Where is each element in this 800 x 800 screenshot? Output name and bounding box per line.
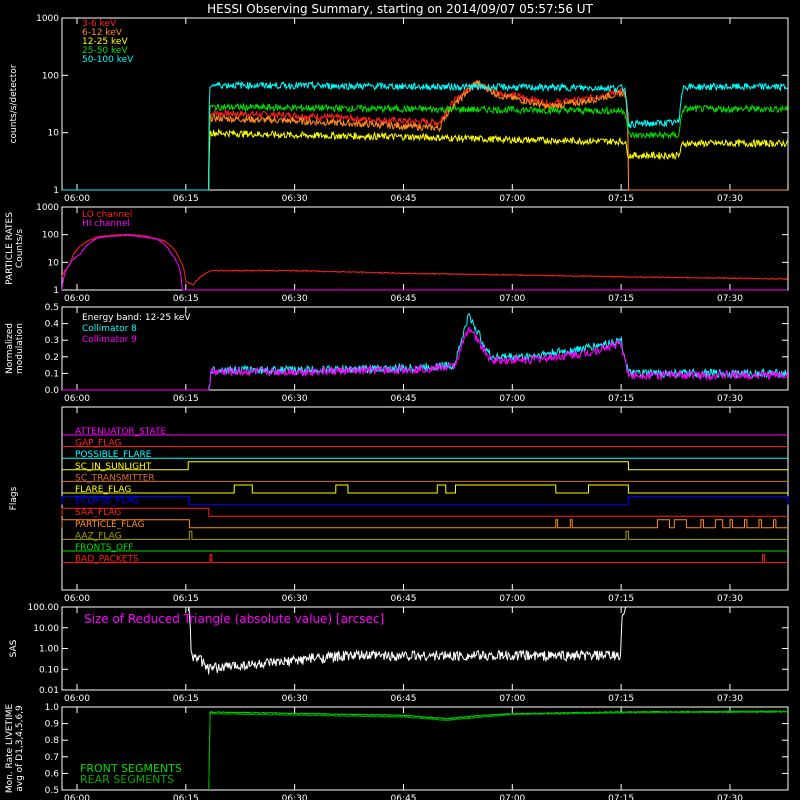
y-tick-label: 1.0 bbox=[45, 703, 60, 713]
x-tick-label: 06:15 bbox=[173, 194, 199, 204]
x-tick-label: 06:15 bbox=[173, 594, 199, 604]
y-tick-label: 0.8 bbox=[45, 736, 60, 746]
x-tick-label: 06:15 bbox=[173, 294, 199, 304]
x-tick-label: 07:00 bbox=[499, 194, 525, 204]
x-tick-label: 07:30 bbox=[717, 394, 743, 404]
y-tick-label: 0.0 bbox=[45, 386, 60, 396]
y-tick-label: 1000 bbox=[36, 14, 59, 24]
y-tick-label: 0.3 bbox=[45, 336, 59, 346]
flag-label: ECLIPSE_FLAG bbox=[75, 497, 139, 507]
flag-label: GAP_FLAG bbox=[75, 439, 121, 449]
x-tick-label: 07:30 bbox=[717, 194, 743, 204]
y-tick-label: 1.00 bbox=[39, 645, 59, 655]
y-axis-label: modulation bbox=[15, 323, 25, 374]
y-tick-label: 10 bbox=[48, 129, 60, 139]
x-tick-label: 06:00 bbox=[64, 594, 90, 604]
x-tick-label: 07:15 bbox=[608, 294, 634, 304]
y-tick-label: 100.00 bbox=[28, 603, 60, 613]
x-tick-label: 06:30 bbox=[282, 794, 308, 800]
x-tick-label: 06:15 bbox=[173, 794, 199, 800]
y-tick-label: 0.5 bbox=[45, 786, 59, 796]
x-tick-label: 07:00 bbox=[499, 594, 525, 604]
y-tick-label: 0.01 bbox=[39, 686, 59, 696]
flag-label: SC_TRANSMITTER bbox=[75, 473, 155, 483]
x-tick-label: 06:00 bbox=[64, 394, 90, 404]
y-axis-label: PARTICLE RATES bbox=[5, 212, 15, 285]
flag-label: FRONTS_OFF bbox=[75, 543, 133, 553]
y-tick-label: 0.4 bbox=[45, 320, 60, 330]
y-axis-label: counts/s/detector bbox=[9, 64, 19, 143]
x-tick-label: 07:00 bbox=[499, 394, 525, 404]
x-tick-label: 07:30 bbox=[717, 794, 743, 800]
flag-label: AAZ_FLAG bbox=[75, 531, 122, 541]
x-tick-label: 06:30 bbox=[282, 694, 308, 704]
y-tick-label: 1 bbox=[53, 186, 59, 196]
x-tick-label: 06:45 bbox=[391, 694, 417, 704]
flag-label: ATTENUATOR_STATE bbox=[75, 427, 167, 437]
y-axis-label: Flags bbox=[9, 486, 19, 510]
x-tick-label: 06:30 bbox=[282, 194, 308, 204]
y-tick-label: 0.1 bbox=[45, 369, 59, 379]
x-tick-label: 07:15 bbox=[608, 394, 634, 404]
x-tick-label: 06:15 bbox=[173, 394, 199, 404]
hessi-summary-chart: HESSI Observing Summary, starting on 201… bbox=[0, 0, 800, 800]
flag-label: POSSIBLE_FLARE bbox=[75, 450, 152, 460]
x-tick-label: 06:30 bbox=[282, 294, 308, 304]
y-tick-label: 1 bbox=[53, 286, 59, 296]
y-axis-label: Normalized bbox=[5, 323, 15, 374]
y-tick-label: 100 bbox=[42, 231, 59, 241]
x-tick-label: 07:15 bbox=[608, 194, 634, 204]
flag-label: BAD_PACKETS bbox=[75, 555, 139, 565]
y-tick-label: 0.5 bbox=[45, 303, 59, 313]
x-tick-label: 07:15 bbox=[608, 694, 634, 704]
x-tick-label: 07:00 bbox=[499, 694, 525, 704]
chart-title: HESSI Observing Summary, starting on 201… bbox=[207, 2, 593, 16]
y-axis-label: Counts/s bbox=[15, 229, 25, 268]
legend-entry: 50-100 keV bbox=[82, 55, 134, 65]
y-axis-label: Mon. Rate LIVETIME bbox=[5, 704, 15, 794]
y-tick-label: 0.7 bbox=[45, 753, 59, 763]
x-tick-label: 07:30 bbox=[717, 294, 743, 304]
x-tick-label: 06:45 bbox=[391, 594, 417, 604]
flag-label: PARTICLE_FLAG bbox=[75, 520, 145, 530]
legend-entry: Collimator 9 bbox=[82, 335, 137, 345]
x-tick-label: 06:30 bbox=[282, 594, 308, 604]
x-tick-label: 06:00 bbox=[64, 294, 90, 304]
y-tick-label: 100 bbox=[42, 71, 59, 81]
annotation-text: Energy band: 12-25 keV bbox=[82, 313, 191, 323]
flag-label: SAA_FLAG bbox=[75, 508, 121, 518]
x-tick-label: 07:15 bbox=[608, 594, 634, 604]
x-tick-label: 07:30 bbox=[717, 694, 743, 704]
y-axis-label: avg of D1,3,4,5,6,9 bbox=[15, 705, 25, 792]
x-tick-label: 06:15 bbox=[173, 694, 199, 704]
x-tick-label: 06:45 bbox=[391, 194, 417, 204]
x-tick-label: 06:00 bbox=[64, 794, 90, 800]
x-tick-label: 07:30 bbox=[717, 594, 743, 604]
y-tick-label: 0.2 bbox=[45, 353, 59, 363]
x-tick-label: 07:15 bbox=[608, 794, 634, 800]
y-tick-label: 10 bbox=[48, 258, 60, 268]
x-tick-label: 06:00 bbox=[64, 194, 90, 204]
y-tick-label: 0.9 bbox=[45, 720, 60, 730]
x-tick-label: 06:00 bbox=[64, 694, 90, 704]
x-tick-label: 06:45 bbox=[391, 794, 417, 800]
flag-label: FLARE_FLAG bbox=[75, 485, 131, 495]
legend-entry: Collimator 8 bbox=[82, 324, 137, 334]
x-tick-label: 06:45 bbox=[391, 394, 417, 404]
y-axis-label: SAS bbox=[9, 639, 19, 657]
y-tick-label: 10.00 bbox=[33, 624, 59, 634]
x-tick-label: 07:00 bbox=[499, 794, 525, 800]
flag-label: SC_IN_SUNLIGHT bbox=[75, 462, 152, 472]
y-tick-label: 1000 bbox=[36, 203, 59, 213]
x-tick-label: 07:00 bbox=[499, 294, 525, 304]
x-tick-label: 06:30 bbox=[282, 394, 308, 404]
annotation-text: Size of Reduced Triangle (absolute value… bbox=[84, 612, 384, 626]
y-tick-label: 0.10 bbox=[39, 665, 59, 675]
legend-entry: REAR SEGMENTS bbox=[80, 773, 174, 786]
legend-entry: HI channel bbox=[82, 219, 130, 229]
x-tick-label: 06:45 bbox=[391, 294, 417, 304]
y-tick-label: 0.6 bbox=[45, 769, 60, 779]
